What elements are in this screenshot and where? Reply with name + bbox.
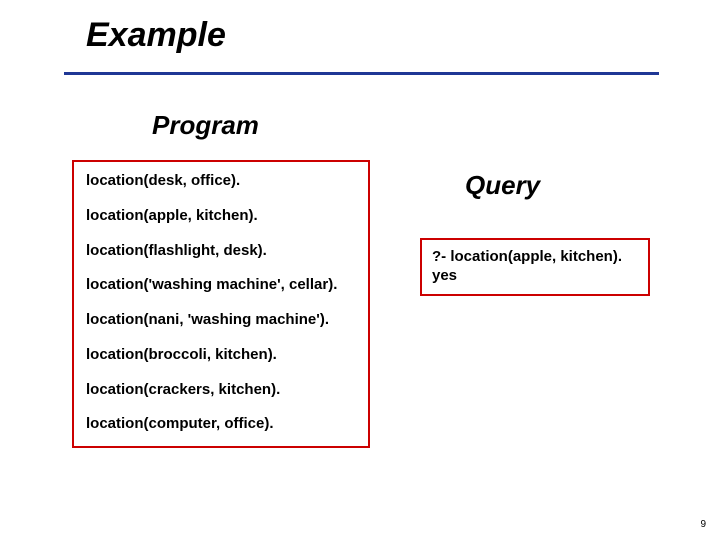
slide: Example Program Query location(desk, off…: [0, 0, 720, 540]
page-number: 9: [700, 519, 706, 530]
query-box: ?- location(apple, kitchen). yes: [420, 238, 650, 296]
program-line: location(crackers, kitchen).: [86, 381, 356, 400]
program-line: location(apple, kitchen).: [86, 207, 356, 226]
query-result: yes: [432, 267, 638, 286]
program-line: location(nani, 'washing machine').: [86, 311, 356, 330]
program-box: location(desk, office). location(apple, …: [72, 160, 370, 448]
program-line: location('washing machine', cellar).: [86, 276, 356, 295]
query-prompt: ?- location(apple, kitchen).: [432, 248, 638, 267]
query-heading: Query: [465, 170, 540, 201]
program-line: location(computer, office).: [86, 415, 356, 434]
program-line: location(flashlight, desk).: [86, 242, 356, 261]
title-underline: [64, 72, 659, 75]
program-heading: Program: [152, 110, 259, 141]
program-line: location(desk, office).: [86, 172, 356, 191]
program-line: location(broccoli, kitchen).: [86, 346, 356, 365]
slide-title: Example: [86, 16, 226, 55]
